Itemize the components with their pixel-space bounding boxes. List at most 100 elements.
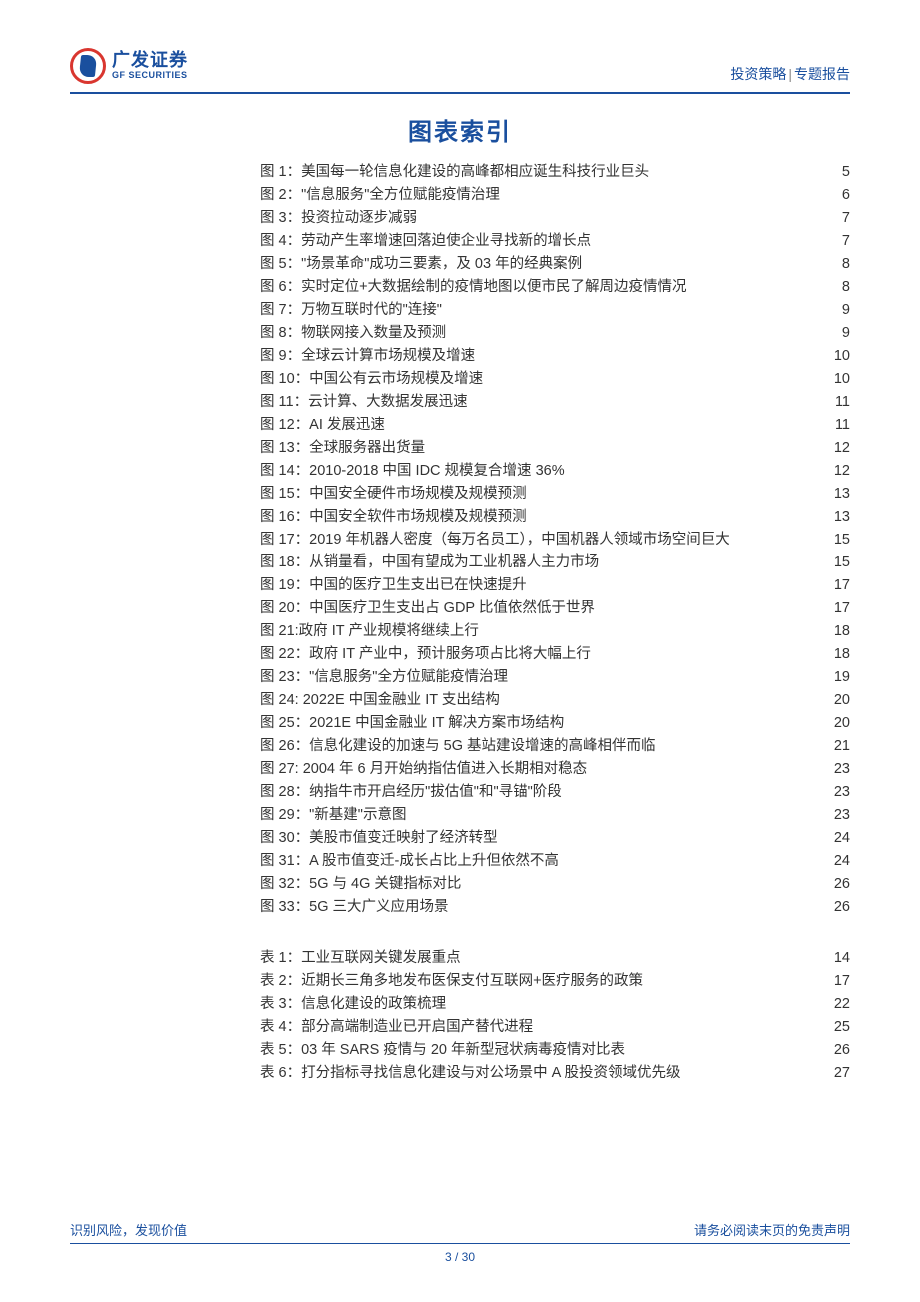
toc-figure-page: 7	[842, 207, 850, 229]
toc-table-page: 26	[834, 1039, 850, 1061]
toc-figure-label: 图 18：从销量看，中国有望成为工业机器人主力市场	[260, 551, 599, 573]
footer-pager: 3 / 30	[70, 1250, 850, 1264]
toc-figure-entry: 图 13：全球服务器出货量 12	[260, 437, 850, 459]
toc-figure-entry: 图 11：云计算、大数据发展迅速 11	[260, 391, 850, 413]
toc-figure-entry: 图 22：政府 IT 产业中，预计服务项占比将大幅上行 18	[260, 643, 850, 665]
toc-figure-entry: 图 28：纳指牛市开启经历"拔估值"和"寻锚"阶段 23	[260, 781, 850, 803]
toc-table-page: 17	[834, 970, 850, 992]
toc-table-page: 14	[834, 947, 850, 969]
header-subcategory: 专题报告	[794, 66, 850, 82]
header-breadcrumb: 投资策略|专题报告	[730, 64, 850, 84]
toc-figure-entry: 图 20：中国医疗卫生支出占 GDP 比值依然低于世界17	[260, 597, 850, 619]
page-header: 广发证券 GF SECURITIES 投资策略|专题报告	[0, 0, 920, 92]
header-rule	[70, 92, 850, 94]
toc-figure-entry: 图 31：A 股市值变迁-成长占比上升但依然不高24	[260, 850, 850, 872]
toc-figure-entry: 图 7：万物互联时代的"连接"9	[260, 299, 850, 321]
header-category: 投资策略	[730, 66, 786, 82]
toc-figure-label: 图 2："信息服务"全方位赋能疫情治理	[260, 184, 500, 206]
toc-figure-page: 26	[834, 873, 850, 895]
toc-figure-entry: 图 8：物联网接入数量及预测 9	[260, 322, 850, 344]
toc-figure-label: 图 27: 2004 年 6 月开始纳指估值进入长期相对稳态	[260, 758, 587, 780]
toc-table-entry: 表 1：工业互联网关键发展重点 14	[260, 947, 850, 969]
table-of-contents: 图 1：美国每一轮信息化建设的高峰都相应诞生科技行业巨头5图 2："信息服务"全…	[0, 161, 920, 1084]
toc-figure-page: 10	[834, 368, 850, 390]
toc-table-label: 表 6：打分指标寻找信息化建设与对公场景中 A 股投资领域优先级	[260, 1062, 681, 1084]
toc-figure-page: 15	[834, 529, 850, 551]
toc-figure-entry: 图 4：劳动产生率增速回落迫使企业寻找新的增长点 7	[260, 230, 850, 252]
toc-figure-page: 12	[834, 460, 850, 482]
logo-cn: 广发证券	[112, 51, 188, 71]
toc-table-page: 25	[834, 1016, 850, 1038]
toc-figure-entry: 图 33：5G 三大广义应用场景 26	[260, 896, 850, 918]
toc-figure-page: 23	[834, 804, 850, 826]
toc-figure-page: 24	[834, 850, 850, 872]
toc-figure-label: 图 3：投资拉动逐步减弱	[260, 207, 417, 229]
toc-figure-page: 20	[834, 689, 850, 711]
toc-figure-label: 图 33：5G 三大广义应用场景	[260, 896, 449, 918]
toc-figure-entry: 图 12：AI 发展迅速11	[260, 414, 850, 436]
toc-figure-label: 图 22：政府 IT 产业中，预计服务项占比将大幅上行	[260, 643, 591, 665]
toc-figure-page: 11	[835, 391, 850, 413]
toc-figure-page: 17	[834, 574, 850, 596]
toc-figures: 图 1：美国每一轮信息化建设的高峰都相应诞生科技行业巨头5图 2："信息服务"全…	[260, 161, 850, 918]
toc-figure-page: 9	[842, 322, 850, 344]
toc-table-label: 表 1：工业互联网关键发展重点	[260, 947, 461, 969]
toc-figure-label: 图 17：2019 年机器人密度（每万名员工），中国机器人领域市场空间巨大	[260, 529, 730, 551]
toc-figure-label: 图 5："场景革命"成功三要素，及 03 年的经典案例	[260, 253, 582, 275]
toc-figure-page: 23	[834, 781, 850, 803]
toc-figure-entry: 图 2："信息服务"全方位赋能疫情治理6	[260, 184, 850, 206]
toc-figure-entry: 图 26：信息化建设的加速与 5G 基站建设增速的高峰相伴而临21	[260, 735, 850, 757]
toc-figure-label: 图 1：美国每一轮信息化建设的高峰都相应诞生科技行业巨头	[260, 161, 649, 183]
toc-figure-label: 图 13：全球服务器出货量	[260, 437, 425, 459]
toc-figure-page: 13	[834, 483, 850, 505]
toc-figure-label: 图 20：中国医疗卫生支出占 GDP 比值依然低于世界	[260, 597, 595, 619]
toc-figure-page: 5	[842, 161, 850, 183]
toc-figure-label: 图 23："信息服务"全方位赋能疫情治理	[260, 666, 508, 688]
toc-table-entry: 表 5：03 年 SARS 疫情与 20 年新型冠状病毒疫情对比表26	[260, 1039, 850, 1061]
page-footer: 识别风险，发现价值 请务必阅读末页的免责声明 3 / 30	[0, 1220, 920, 1264]
toc-figure-label: 图 24: 2022E 中国金融业 IT 支出结构	[260, 689, 500, 711]
toc-figure-entry: 图 29："新基建"示意图23	[260, 804, 850, 826]
toc-figure-page: 18	[834, 643, 850, 665]
toc-figure-entry: 图 18：从销量看，中国有望成为工业机器人主力市场15	[260, 551, 850, 573]
toc-figure-label: 图 11：云计算、大数据发展迅速	[260, 391, 468, 413]
footer-rule	[70, 1243, 850, 1244]
toc-figure-label: 图 8：物联网接入数量及预测	[260, 322, 446, 344]
toc-figure-label: 图 19：中国的医疗卫生支出已在快速提升	[260, 574, 527, 596]
footer-right: 请务必阅读末页的免责声明	[694, 1220, 850, 1239]
toc-figure-label: 图 12：AI 发展迅速	[260, 414, 385, 436]
toc-figure-entry: 图 9：全球云计算市场规模及增速10	[260, 345, 850, 367]
toc-section-gap	[260, 919, 850, 947]
header-divider: |	[788, 66, 792, 82]
toc-figure-page: 7	[842, 230, 850, 252]
toc-table-page: 22	[834, 993, 850, 1015]
footer-left: 识别风险，发现价值	[70, 1220, 187, 1239]
toc-figure-page: 18	[834, 620, 850, 642]
toc-figure-page: 10	[834, 345, 850, 367]
toc-figure-label: 图 21:政府 IT 产业规模将继续上行	[260, 620, 479, 642]
toc-figure-entry: 图 24: 2022E 中国金融业 IT 支出结构 20	[260, 689, 850, 711]
toc-figure-page: 12	[834, 437, 850, 459]
toc-tables: 表 1：工业互联网关键发展重点 14 表 2：近期长三角多地发布医保支付互联网+医疗…	[260, 947, 850, 1084]
toc-figure-entry: 图 10：中国公有云市场规模及增速10	[260, 368, 850, 390]
toc-figure-entry: 图 14：2010-2018 中国 IDC 规模复合增速 36%12	[260, 460, 850, 482]
toc-figure-page: 26	[834, 896, 850, 918]
toc-table-label: 表 4：部分高端制造业已开启国产替代进程	[260, 1016, 533, 1038]
toc-figure-label: 图 30：美股市值变迁映射了经济转型	[260, 827, 498, 849]
toc-figure-label: 图 28：纳指牛市开启经历"拔估值"和"寻锚"阶段	[260, 781, 562, 803]
toc-figure-entry: 图 27: 2004 年 6 月开始纳指估值进入长期相对稳态 23	[260, 758, 850, 780]
toc-figure-page: 13	[834, 506, 850, 528]
toc-figure-label: 图 32：5G 与 4G 关键指标对比	[260, 873, 461, 895]
toc-figure-page: 23	[834, 758, 850, 780]
toc-figure-entry: 图 32：5G 与 4G 关键指标对比 26	[260, 873, 850, 895]
logo-en: GF SECURITIES	[112, 71, 188, 81]
toc-figure-label: 图 7：万物互联时代的"连接"	[260, 299, 442, 321]
logo-text: 广发证券 GF SECURITIES	[112, 51, 188, 81]
toc-figure-entry: 图 16：中国安全软件市场规模及规模预测13	[260, 506, 850, 528]
toc-figure-label: 图 4：劳动产生率增速回落迫使企业寻找新的增长点	[260, 230, 591, 252]
toc-figure-entry: 图 1：美国每一轮信息化建设的高峰都相应诞生科技行业巨头 5	[260, 161, 850, 183]
toc-figure-entry: 图 21:政府 IT 产业规模将继续上行 18	[260, 620, 850, 642]
pager-total: 30	[462, 1250, 475, 1264]
toc-table-label: 表 2：近期长三角多地发布医保支付互联网+医疗服务的政策	[260, 970, 643, 992]
toc-figure-page: 20	[834, 712, 850, 734]
